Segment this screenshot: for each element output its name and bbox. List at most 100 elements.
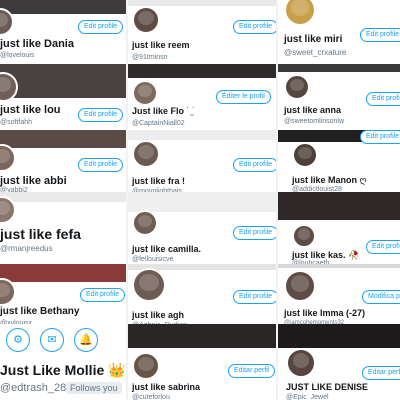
profile-handle: @edtrash_28 <box>0 382 67 394</box>
profile-name: just like camilla. <box>132 244 201 254</box>
profile-name-text: just like reem <box>132 40 190 50</box>
profile-card-dania: Edit profile just like Dania @lovelouis <box>0 0 126 64</box>
avatar[interactable] <box>132 210 158 236</box>
profile-name: just like abbi <box>0 175 67 187</box>
avatar[interactable] <box>132 268 166 302</box>
edit-profile-button[interactable]: Edit profile <box>78 108 124 122</box>
avatar[interactable] <box>286 348 316 378</box>
profile-name-text: JUST LIKE DENISE <box>286 382 369 392</box>
profile-name-text: just like anna <box>284 105 342 115</box>
message-button[interactable]: ✉ <box>40 328 64 352</box>
avatar[interactable] <box>284 270 316 302</box>
profile-card-reem: Edit profile just like reem @91tminsn <box>128 0 276 64</box>
edit-profile-button[interactable]: Edit profile <box>233 20 276 34</box>
header-banner <box>128 64 276 78</box>
profile-name: just like Imma (-27) <box>284 308 365 318</box>
name-emoji: 🥀 <box>345 250 360 260</box>
avatar[interactable] <box>292 142 318 168</box>
profile-handle: @sweetomlinsonlw <box>284 118 345 125</box>
profile-name: just like agh <box>132 310 184 320</box>
profile-name-text: just like Manon <box>292 175 358 185</box>
profile-collage: Edit profile just like Dania @lovelouis Edi… <box>0 0 400 400</box>
header-banner <box>0 64 126 98</box>
edit-profile-button[interactable]: Editar perfil <box>228 364 276 378</box>
profile-name: just like Bethany <box>0 306 79 317</box>
profile-card-lou: Edit profile just like lou @softfahh <box>0 64 126 130</box>
edit-profile-button[interactable]: Éditer le profil <box>216 90 271 104</box>
follows-you-badge: Follows you <box>66 382 122 394</box>
profile-card-imma: Modifica p just like Imma (-27) @iamcohemo… <box>278 264 400 324</box>
profile-card-fefa: just like fefa @rmanjreedus <box>0 192 126 264</box>
avatar[interactable] <box>132 352 160 380</box>
edit-profile-button[interactable]: Edit profile <box>366 92 400 106</box>
avatar[interactable] <box>0 278 16 306</box>
profile-card-kas: Edit profilejust like kas. 🥀@louhcaeth <box>278 192 400 264</box>
profile-card-anna: Edit profile just like anna @sweetomlinson… <box>278 64 400 130</box>
name-emoji: ˙ ̫˙ <box>184 106 196 116</box>
header-banner <box>278 192 400 220</box>
profile-handle: @sweet_crxature <box>284 48 347 57</box>
profile-name-text: just like lou <box>0 104 61 116</box>
edit-profile-button[interactable]: Edit profile <box>80 288 126 302</box>
gear-icon: ⚙ <box>13 334 23 346</box>
profile-name-text: just like camilla. <box>132 244 202 254</box>
profile-name-text: Just like Flo <box>132 106 185 116</box>
header-banner <box>278 64 400 72</box>
edit-profile-button[interactable]: Edit profile <box>78 20 124 34</box>
notify-button[interactable]: 🔔 <box>74 328 98 352</box>
profile-name-text: just like fefa <box>0 226 81 242</box>
edit-profile-button[interactable]: Edit profile <box>233 290 276 304</box>
header-banner <box>128 130 276 140</box>
settings-button[interactable]: ⚙ <box>6 328 30 352</box>
profile-name: just like sabrina <box>132 382 200 392</box>
avatar[interactable] <box>284 74 310 100</box>
edit-profile-button[interactable]: Edit profile <box>366 240 400 254</box>
header-banner <box>0 0 126 14</box>
header-banner <box>128 192 276 212</box>
avatar[interactable] <box>132 140 160 168</box>
header-banner <box>0 192 126 202</box>
profile-handle: @91tminsn <box>132 54 168 61</box>
edit-profile-button[interactable]: Edit profile <box>360 28 400 42</box>
avatar[interactable] <box>132 80 158 106</box>
profile-name-text: just like Bethany <box>0 306 80 317</box>
profile-handle: @lovelouis <box>0 52 35 59</box>
profile-name-text: just like miri <box>284 34 343 45</box>
profile-name: just like anna <box>284 105 341 115</box>
header-banner <box>128 0 276 6</box>
avatar[interactable] <box>292 224 316 248</box>
profile-name-text: just like abbi <box>0 175 67 187</box>
avatar[interactable] <box>284 0 316 26</box>
header-banner <box>128 324 276 348</box>
edit-profile-button[interactable]: Editar perfil <box>362 366 400 380</box>
profile-handle: @Epic_Jewel <box>286 394 329 400</box>
edit-profile-button[interactable]: Edit profile <box>233 158 276 172</box>
profile-name: just like fefa <box>0 226 81 242</box>
profile-card-miri: Edit profile just like miri @sweet_crxatur… <box>278 0 400 64</box>
profile-name: just like miri <box>284 34 342 45</box>
profile-name: just like reem <box>132 40 190 50</box>
profile-name: just like Dania <box>0 38 74 50</box>
profile-card-sabrina: Editar perfil just like sabrina @cuteforlo… <box>128 324 276 400</box>
avatar[interactable] <box>0 144 16 172</box>
profile-card-mollie: Just Like Mollie 👑 @edtrash_28 Follows you… <box>0 324 126 400</box>
edit-profile-button[interactable]: Edit profile <box>360 130 400 144</box>
profile-name-text: just like Imma (-27) <box>284 308 366 318</box>
profile-card-flo: Éditer le profil Just like Flo ˙ ̫˙ @Capta… <box>128 64 276 130</box>
profile-card-manon: Edit profile just like Manon ღ @addictloui… <box>278 130 400 192</box>
edit-profile-button[interactable]: Edit profile <box>233 226 276 240</box>
avatar[interactable] <box>132 6 160 34</box>
profile-card-fra: Edit profile just like fra ! @movnlighthai… <box>128 130 276 192</box>
bell-plus-icon: 🔔 <box>79 334 93 346</box>
header-banner <box>278 324 400 348</box>
profile-name: Just like Flo ˙ ̫˙ <box>132 106 195 116</box>
envelope-icon: ✉ <box>47 334 57 346</box>
profile-card-agh: Edit profilejust like agh@Aghnia_Rudian <box>128 264 276 324</box>
edit-profile-button[interactable]: Edit profile <box>78 158 124 172</box>
profile-name: just like lou <box>0 104 61 116</box>
edit-profile-button[interactable]: Modifica p <box>362 290 400 304</box>
profile-name: just like fra ! <box>132 176 185 186</box>
profile-name-text: just like Dania <box>0 38 74 50</box>
profile-card-abbi: Edit profile just like abbi @yabbi2 <box>0 130 126 192</box>
profile-name-text: just like agh <box>132 310 185 320</box>
